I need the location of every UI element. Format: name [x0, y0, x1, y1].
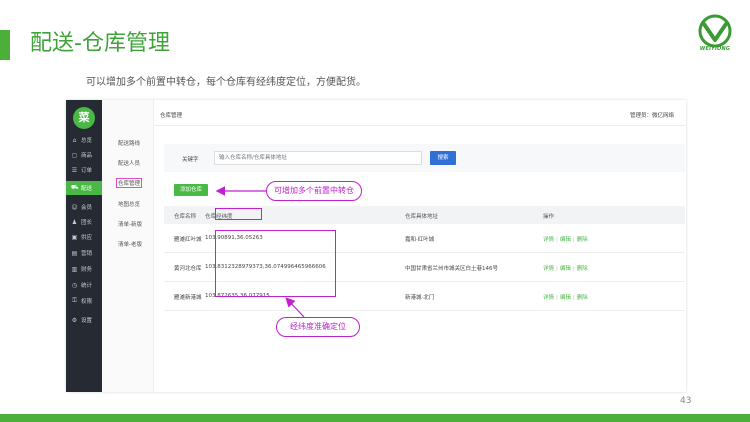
cell-address: 中国甘肃省兰州市城关区白土巷146号 [405, 266, 498, 272]
sub-nav-delivery-staff[interactable]: 配送人员 [118, 159, 140, 167]
action-separator: | [572, 266, 575, 272]
cell-actions: 详情 | 编辑 | 删除 [543, 235, 588, 243]
page-number: 43 [680, 396, 692, 406]
app-logo: 菜 [73, 107, 95, 129]
page-header: 仓库管理 管理员：微亿网络 [154, 100, 686, 126]
nav-item-marketing[interactable]: ▤ 营销 [66, 246, 102, 260]
slide-subtitle: 可以增加多个前置中转仓，每个仓库有经纬度定位，方便配货。 [86, 77, 366, 88]
search-button[interactable]: 搜索 [430, 151, 456, 165]
nav-item-stats[interactable]: ◷ 统计 [66, 278, 102, 292]
delete-link[interactable]: 删除 [577, 266, 588, 272]
slide-title: 配送-仓库管理 [30, 31, 170, 56]
edit-link[interactable]: 编辑 [560, 237, 571, 243]
nav-item-member[interactable]: ☺ 会员 [66, 200, 102, 214]
app-screenshot: 菜 ⌂ 总览 ▢ 商品 ☰ 订单 ⛟ 配送 ☺ 会员 ♟ 团长 ▣ 供应 ▤ 营销 ▥ 财务 ◷ 统计 ⚿ 权限 ⚙ 设置 配… [66, 100, 686, 392]
nav-item-label: 供应 [81, 235, 93, 241]
nav-item-label: 设置 [81, 318, 93, 324]
bottom-accent-bar [0, 414, 750, 422]
member-icon: ☺ [71, 203, 78, 211]
action-separator: | [572, 295, 575, 301]
leader-icon: ♟ [71, 218, 78, 226]
nav-item-label: 统计 [81, 283, 93, 289]
action-separator: | [556, 266, 558, 272]
marketing-icon: ▤ [71, 249, 78, 257]
settings-icon: ⚙ [71, 316, 78, 324]
nav-item-label: 营销 [81, 251, 93, 257]
nav-item-finance[interactable]: ▥ 财务 [66, 262, 102, 276]
sub-nav-list-old[interactable]: 清单-老版 [118, 240, 142, 248]
cell-warehouse-name: 雁滩红叶城 [174, 237, 202, 243]
detail-link[interactable]: 详情 [543, 237, 554, 243]
nav-item-label: 配送 [81, 186, 93, 192]
callout-multiple-warehouses: 可增加多个前置中转仓 [266, 181, 362, 201]
column-header-actions: 操作 [543, 214, 555, 220]
nav-item-label: 商品 [81, 153, 93, 159]
nav-item-order[interactable]: ☰ 订单 [66, 163, 102, 177]
search-panel: 关键字 搜索 [164, 144, 685, 172]
cell-warehouse-name: 雁滩新港城 [174, 295, 202, 301]
company-logo-text: WEIYIONG [699, 46, 731, 52]
edit-link[interactable]: 编辑 [560, 295, 571, 301]
cell-address: 嘉和·红叶城 [405, 237, 435, 243]
keyword-label: 关键字 [182, 157, 199, 163]
nav-item-permission[interactable]: ⚿ 权限 [66, 294, 102, 308]
main-sidebar: 菜 ⌂ 总览 ▢ 商品 ☰ 订单 ⛟ 配送 ☺ 会员 ♟ 团长 ▣ 供应 ▤ 营销 ▥ 财务 ◷ 统计 ⚿ 权限 ⚙ 设置 [66, 100, 102, 392]
detail-link[interactable]: 详情 [543, 295, 554, 301]
cell-actions: 详情 | 编辑 | 删除 [543, 264, 588, 272]
nav-item-box[interactable]: ▢ 商品 [66, 148, 102, 162]
nav-item-label: 总览 [81, 138, 93, 144]
sub-nav-list-new[interactable]: 清单-新版 [118, 220, 142, 228]
column-header-address: 仓库具体地址 [405, 214, 439, 220]
nav-item-label: 团长 [81, 220, 93, 226]
detail-link[interactable]: 详情 [543, 266, 554, 272]
sub-nav-warehouse-management[interactable]: 仓库管理 [115, 178, 143, 188]
nav-item-settings[interactable]: ⚙ 设置 [66, 313, 102, 327]
callout-accurate-location: 经纬度准确定位 [276, 317, 360, 337]
add-warehouse-button[interactable]: 添加仓库 [174, 184, 208, 196]
nav-item-home[interactable]: ⌂ 总览 [66, 133, 102, 147]
action-separator: | [572, 237, 575, 243]
breadcrumb: 仓库管理 [160, 113, 183, 119]
nav-item-label: 会员 [81, 205, 93, 211]
truck-icon: ⛟ [71, 184, 79, 191]
home-icon: ⌂ [72, 136, 77, 144]
title-accent-bar [0, 30, 10, 60]
nav-item-label: 财务 [81, 267, 93, 273]
stats-icon: ◷ [71, 281, 78, 289]
sub-sidebar: 配送路线 配送人员 仓库管理 地图总览 清单-新版 清单-老版 [102, 100, 154, 392]
sub-nav-map-overview[interactable]: 地图总览 [118, 200, 140, 208]
cell-address: 新港城·北门 [405, 295, 435, 301]
order-icon: ☰ [71, 166, 78, 174]
sub-nav-delivery-route[interactable]: 配送路线 [118, 139, 140, 147]
action-separator: | [556, 295, 558, 301]
cell-warehouse-name: 黄河北仓库 [174, 266, 202, 272]
delete-link[interactable]: 删除 [577, 237, 588, 243]
edit-link[interactable]: 编辑 [560, 266, 571, 272]
nav-item-supply[interactable]: ▣ 供应 [66, 230, 102, 244]
coords-column-highlight [215, 230, 336, 297]
nav-item-leader[interactable]: ♟ 团长 [66, 215, 102, 229]
delete-link[interactable]: 删除 [577, 295, 588, 301]
action-separator: | [556, 237, 558, 243]
cell-actions: 详情 | 编辑 | 删除 [543, 293, 588, 301]
box-icon: ▢ [71, 151, 78, 159]
finance-icon: ▥ [71, 265, 78, 273]
coords-header-highlight [215, 208, 262, 220]
nav-item-label: 权限 [81, 299, 93, 305]
supply-icon: ▣ [71, 233, 78, 241]
search-input[interactable] [214, 151, 422, 165]
permission-icon: ⚿ [72, 297, 77, 304]
company-logo-icon [698, 14, 732, 48]
column-header-name: 仓库名称 [174, 214, 197, 220]
admin-label[interactable]: 管理员：微亿网络 [630, 111, 674, 119]
nav-item-label: 订单 [81, 168, 93, 174]
nav-item-truck[interactable]: ⛟ 配送 [66, 181, 102, 195]
